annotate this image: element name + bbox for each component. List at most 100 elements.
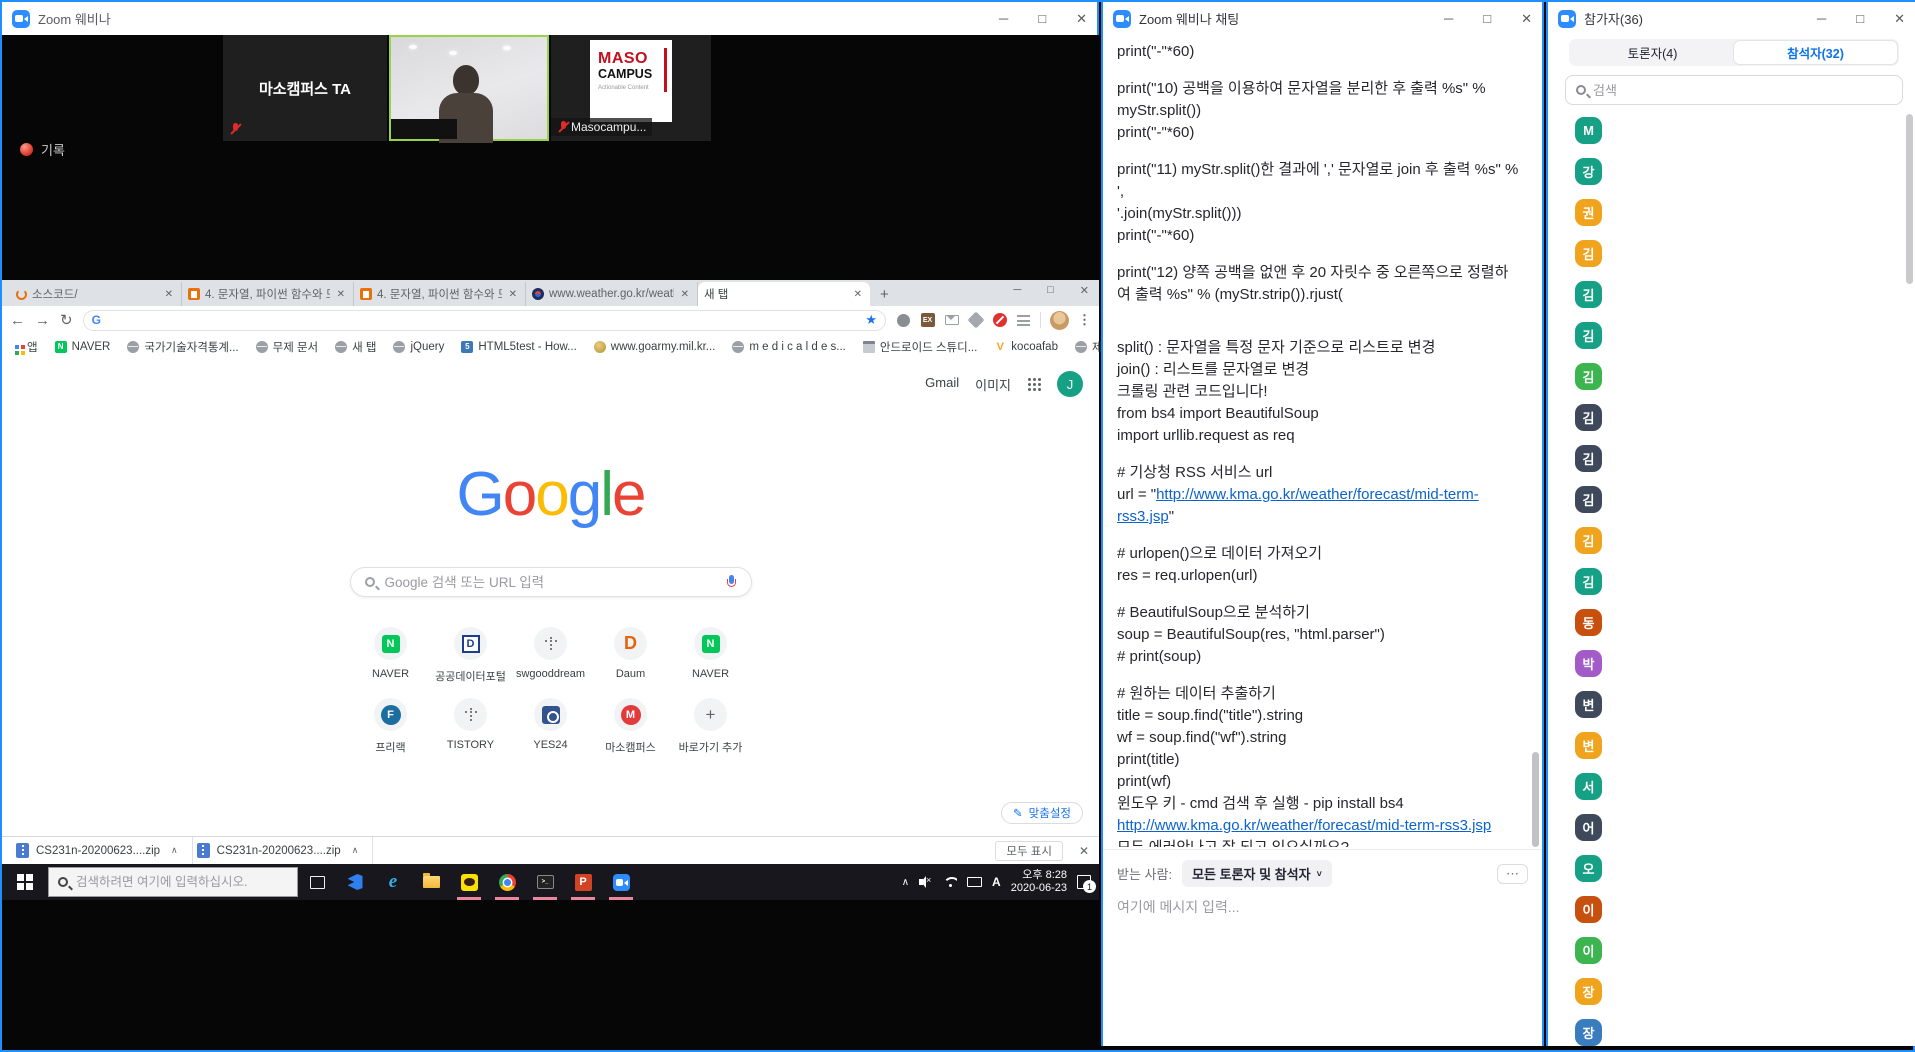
participant-row[interactable]: 변 <box>1548 725 1915 766</box>
google-search-input[interactable] <box>385 575 716 590</box>
customize-button[interactable]: ✎ 맞춤설정 <box>1001 802 1083 824</box>
google-apps-icon[interactable] <box>1027 377 1041 391</box>
chat-minimize-button[interactable]: ─ <box>1444 12 1453 25</box>
download-item[interactable]: CS231n-20200623....zip∧ <box>193 837 374 864</box>
google-avatar[interactable]: J <box>1057 371 1083 397</box>
bookmark-item[interactable]: www.goarmy.mil.kr... <box>594 341 716 353</box>
extension-icon[interactable] <box>896 313 911 328</box>
taskbar-search[interactable] <box>48 867 298 897</box>
browser-maximize-button[interactable]: □ <box>1047 284 1054 297</box>
participant-row[interactable]: 장 <box>1548 971 1915 1012</box>
taskbar-search-input[interactable] <box>76 875 288 889</box>
chat-messages[interactable]: print("-"*60)print("10) 공백을 이용하여 문자열을 분리… <box>1103 35 1542 847</box>
shortcut-마소캠퍼스[interactable]: M마소캠퍼스 <box>591 698 671 755</box>
participant-row[interactable]: 오 <box>1548 848 1915 889</box>
tab-close-icon[interactable]: ✕ <box>163 289 175 300</box>
shortcut-NAVER[interactable]: NNAVER <box>671 627 751 684</box>
google-top-link[interactable]: 이미지 <box>975 375 1011 394</box>
participants-minimize-button[interactable]: ─ <box>1817 12 1826 25</box>
shortcut-프리랙[interactable]: F프리랙 <box>351 698 431 755</box>
bookmark-item[interactable]: 5HTML5test - How... <box>461 341 576 353</box>
new-tab-button[interactable]: + <box>870 286 899 306</box>
participants-scrollbar[interactable] <box>1906 114 1913 284</box>
tab-close-icon[interactable]: ✕ <box>335 289 347 300</box>
bookmark-item[interactable]: 국가기술자격통계... <box>127 339 238 355</box>
video-tile-ta[interactable]: 마소캠퍼스 TA <box>223 35 387 141</box>
download-item[interactable]: CS231n-20200623....zip∧ <box>12 837 193 864</box>
participant-row[interactable]: 김 <box>1548 356 1915 397</box>
address-bar[interactable]: G ★ <box>83 310 886 331</box>
participant-row[interactable]: M <box>1548 110 1915 151</box>
show-all-downloads-button[interactable]: 모두 표시 <box>995 841 1063 861</box>
browser-tab[interactable]: 새 탭✕ <box>698 282 870 306</box>
tab-close-icon[interactable]: ✕ <box>852 289 864 300</box>
wifi-icon[interactable] <box>943 877 957 887</box>
bookmark-item[interactable]: 무제 문서 <box>256 339 319 355</box>
chat-message-input[interactable] <box>1117 899 1528 915</box>
browser-tab[interactable]: 4. 문자열, 파이썬 함수와 모듈_s✕ <box>182 282 354 306</box>
tab-close-icon[interactable]: ✕ <box>507 289 519 300</box>
chat-more-button[interactable]: ⋯ <box>1497 864 1528 884</box>
participant-row[interactable]: 김 <box>1548 438 1915 479</box>
close-button[interactable]: ✕ <box>1076 12 1087 25</box>
participant-row[interactable]: 동 <box>1548 602 1915 643</box>
participant-row[interactable]: 장 <box>1548 1012 1915 1046</box>
extension-ex-icon[interactable]: EX <box>920 313 935 328</box>
shortcut-TISTORY[interactable]: TISTORY <box>431 698 511 755</box>
browser-profile-avatar[interactable] <box>1050 311 1069 330</box>
participant-row[interactable]: 어 <box>1548 807 1915 848</box>
taskbar-icon-file-explorer[interactable] <box>412 864 450 900</box>
bookmark-item[interactable]: Vkocoafab <box>994 341 1058 353</box>
forward-button[interactable]: → <box>35 313 50 328</box>
taskbar-icon-kakaotalk[interactable] <box>450 864 488 900</box>
url-input[interactable] <box>107 313 859 327</box>
list-extension-icon[interactable] <box>1016 313 1031 328</box>
google-top-link[interactable]: Gmail <box>925 375 959 394</box>
participant-row[interactable]: 강 <box>1548 151 1915 192</box>
participant-row[interactable]: 변 <box>1548 684 1915 725</box>
participant-row[interactable]: 김 <box>1548 397 1915 438</box>
browser-close-button[interactable]: ✕ <box>1080 284 1089 297</box>
chat-close-button[interactable]: ✕ <box>1521 12 1532 25</box>
chat-link[interactable]: http://www.kma.go.kr/weather/forecast/mi… <box>1156 486 1479 503</box>
start-button[interactable] <box>2 864 48 900</box>
shortcut-Daum[interactable]: DDaum <box>591 627 671 684</box>
google-search-box[interactable] <box>350 567 752 597</box>
taskbar-icon-zoom[interactable] <box>602 864 640 900</box>
participants-close-button[interactable]: ✕ <box>1894 12 1905 25</box>
video-tile-masocampus[interactable]: MASO CAMPUS Actionable Content Masocampu… <box>551 35 711 141</box>
download-chevron-icon[interactable]: ∧ <box>171 845 178 856</box>
chat-link[interactable]: http://www.kma.go.kr/weather/forecast/mi… <box>1117 817 1491 834</box>
participant-row[interactable]: 서 <box>1548 766 1915 807</box>
taskbar-icon-terminal[interactable]: >_ <box>526 864 564 900</box>
reload-button[interactable]: ↻ <box>60 313 73 328</box>
participant-row[interactable]: 김 <box>1548 274 1915 315</box>
chat-scrollbar[interactable] <box>1532 752 1539 847</box>
bookmark-star-icon[interactable]: ★ <box>865 312 877 328</box>
send-to-dropdown[interactable]: 모든 토론자 및 참석자 ˅ <box>1182 860 1332 887</box>
adblock-extension-icon[interactable] <box>992 313 1007 328</box>
tab-토론자(4)[interactable]: 토론자(4) <box>1571 41 1734 64</box>
bookmark-item[interactable]: NNAVER <box>55 341 111 353</box>
shortcut-NAVER[interactable]: NNAVER <box>351 627 431 684</box>
speaker-muted-icon[interactable] <box>919 876 933 888</box>
bookmark-item[interactable]: m e d i c a l d e s... <box>732 341 846 353</box>
shortcut-YES24[interactable]: YES24 <box>511 698 591 755</box>
tab-close-icon[interactable]: ✕ <box>679 289 691 300</box>
display-icon[interactable] <box>967 877 982 887</box>
ime-indicator[interactable]: A <box>992 875 1001 889</box>
browser-tab[interactable]: 4. 문자열, 파이썬 함수와 모듈 -✕ <box>354 282 526 306</box>
tray-expand-icon[interactable]: ∧ <box>902 877 909 888</box>
participant-row[interactable]: 김 <box>1548 233 1915 274</box>
pin-extension-icon[interactable] <box>968 313 983 328</box>
shortcut-바로가기 추가[interactable]: +바로가기 추가 <box>671 698 751 755</box>
bookmark-item[interactable]: 앱 <box>12 339 38 355</box>
taskbar-icon-chrome[interactable] <box>488 864 526 900</box>
participants-search-input[interactable] <box>1593 83 1892 98</box>
notification-icon[interactable]: 1 <box>1077 875 1091 889</box>
video-tile-speaker[interactable] <box>389 35 549 141</box>
mail-extension-icon[interactable] <box>944 313 959 328</box>
bookmark-item[interactable]: jQuery <box>393 341 444 353</box>
browser-tab[interactable]: www.weather.go.kr/weather/for✕ <box>526 282 698 306</box>
minimize-button[interactable]: ─ <box>999 12 1008 25</box>
